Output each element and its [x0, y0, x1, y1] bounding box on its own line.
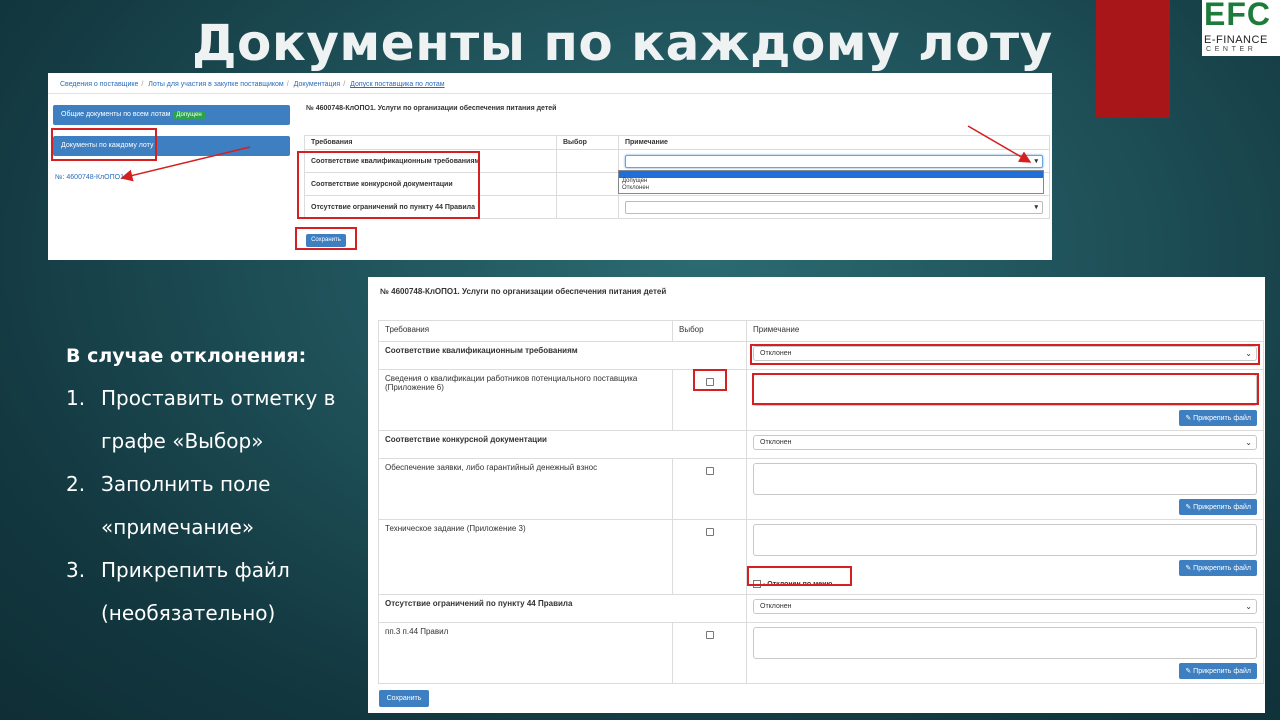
chevron-down-icon: ⌄	[1245, 438, 1252, 447]
status-select[interactable]: ▾	[625, 154, 1043, 168]
attach-file-button[interactable]: ✎ Прикрепить файл	[1179, 410, 1257, 426]
dropdown-highlight[interactable]	[619, 171, 1043, 178]
item-label: Обеспечение заявки, либо гарантийный ден…	[378, 458, 673, 520]
breadcrumb-item[interactable]: Сведения о поставщике	[60, 81, 138, 88]
breadcrumb-item[interactable]: Допуск поставщика по лотам	[350, 81, 444, 88]
highlight-save-button	[295, 227, 357, 250]
status-dropdown-menu: Допущен Отклонен	[618, 170, 1044, 194]
step-number: 1.	[66, 386, 86, 410]
status-select[interactable]: ▾	[625, 200, 1043, 214]
breadcrumb-item[interactable]: Лоты для участия в закупке поставщиком	[148, 81, 283, 88]
column-header: Примечание	[746, 320, 1264, 342]
select-checkbox[interactable]	[705, 467, 714, 475]
highlight-note-field	[752, 373, 1259, 405]
column-header: Выбор	[672, 320, 747, 342]
lot-heading: № 4600748-КлОПО1. Услуги по организации …	[306, 105, 557, 112]
status-select[interactable]: Отклонен ⌄	[753, 599, 1257, 614]
highlight-each-lot-button	[51, 128, 157, 161]
column-header: Требования	[378, 320, 673, 342]
chevron-down-icon: ▾	[1034, 157, 1038, 165]
highlight-reject-by-menu	[747, 566, 852, 586]
logo-main: EFC	[1204, 0, 1271, 32]
instructions-list: 1. Проставить отметку в графе «Выбор» 2. З…	[66, 377, 361, 635]
status-select-value: Отклонен	[760, 603, 792, 610]
step-text: Проставить отметку в графе «Выбор»	[101, 386, 336, 453]
list-item: 2. Заполнить поле «примечание»	[66, 463, 361, 549]
instructions: В случае отклонения: 1. Проставить отметк…	[66, 345, 361, 635]
step-number: 3.	[66, 558, 86, 582]
highlight-requirements	[297, 151, 480, 219]
list-item: 3. Прикрепить файл (необязательно)	[66, 549, 361, 635]
note-textarea[interactable]	[753, 524, 1257, 556]
chevron-down-icon: ⌄	[1245, 602, 1252, 611]
item-label: Техническое задание (Приложение 3)	[378, 519, 673, 595]
attach-file-button[interactable]: ✎ Прикрепить файл	[1179, 560, 1257, 576]
item-label: пп.3 п.44 Правил	[378, 622, 673, 684]
attach-file-button[interactable]: ✎ Прикрепить файл	[1179, 663, 1257, 679]
note-textarea[interactable]	[753, 627, 1257, 659]
section-title: Соответствие квалификационным требования…	[378, 341, 747, 370]
all-lots-docs-label: Общие документы по всем лотам	[61, 111, 171, 118]
step-text: Прикрепить файл (необязательно)	[101, 558, 290, 625]
chevron-down-icon: ▾	[1034, 203, 1038, 211]
column-header: Примечание	[618, 135, 1050, 150]
step-text: Заполнить поле «примечание»	[101, 472, 271, 539]
section-title: Соответствие конкурсной документации	[378, 430, 747, 459]
dropdown-option[interactable]: Отклонен	[619, 185, 1043, 192]
attach-file-button[interactable]: ✎ Прикрепить файл	[1179, 499, 1257, 515]
logo-line2: CENTER	[1206, 46, 1257, 53]
section-row: Соответствие конкурсной документации Отк…	[378, 430, 1264, 459]
status-select-value: Отклонен	[760, 439, 792, 446]
item-label: Сведения о квалификации работников потен…	[378, 369, 673, 431]
status-select[interactable]: Отклонен ⌄	[753, 435, 1257, 450]
slide-title: Документы по каждому лоту	[192, 14, 1053, 72]
dropdown-option[interactable]: Допущен	[619, 178, 1043, 185]
column-header: Требования	[304, 135, 557, 150]
table-row: Обеспечение заявки, либо гарантийный ден…	[378, 458, 1264, 520]
efc-logo: EFC E-FINANCE CENTER	[1202, 0, 1280, 56]
status-badge: Допущен	[173, 111, 205, 119]
instructions-heading: В случае отклонения:	[66, 345, 307, 367]
breadcrumb: Сведения о поставщике / Лоты для участия …	[48, 81, 1052, 94]
section-title: Отсутствие ограничений по пункту 44 Прав…	[378, 594, 747, 623]
breadcrumb-item[interactable]: Документация	[294, 81, 341, 88]
step-number: 2.	[66, 472, 86, 496]
screenshot-lot-list: Сведения о поставщике / Лоты для участия …	[48, 73, 1052, 260]
screenshot-rejection-form: № 4600748-КлОПО1. Услуги по организации …	[368, 277, 1265, 713]
highlight-checkbox	[693, 369, 727, 391]
note-textarea[interactable]	[753, 463, 1257, 495]
save-button[interactable]: Сохранить	[379, 690, 429, 707]
highlight-status-select	[750, 344, 1260, 365]
section-row: Отсутствие ограничений по пункту 44 Прав…	[378, 594, 1264, 623]
select-checkbox[interactable]	[705, 528, 714, 536]
list-item: 1. Проставить отметку в графе «Выбор»	[66, 377, 361, 463]
lot-link[interactable]: №: 4600748-КлОПО1	[55, 174, 124, 181]
lot-heading: № 4600748-КлОПО1. Услуги по организации …	[380, 287, 667, 296]
decorative-red-bar	[1096, 0, 1170, 118]
logo-line1: E-FINANCE	[1204, 34, 1268, 46]
select-checkbox[interactable]	[705, 631, 714, 639]
column-header: Выбор	[556, 135, 619, 150]
all-lots-docs-button[interactable]: Общие документы по всем лотам Допущен	[53, 105, 290, 125]
table-row: пп.3 п.44 Правил ✎ Прикрепить файл	[378, 622, 1264, 684]
